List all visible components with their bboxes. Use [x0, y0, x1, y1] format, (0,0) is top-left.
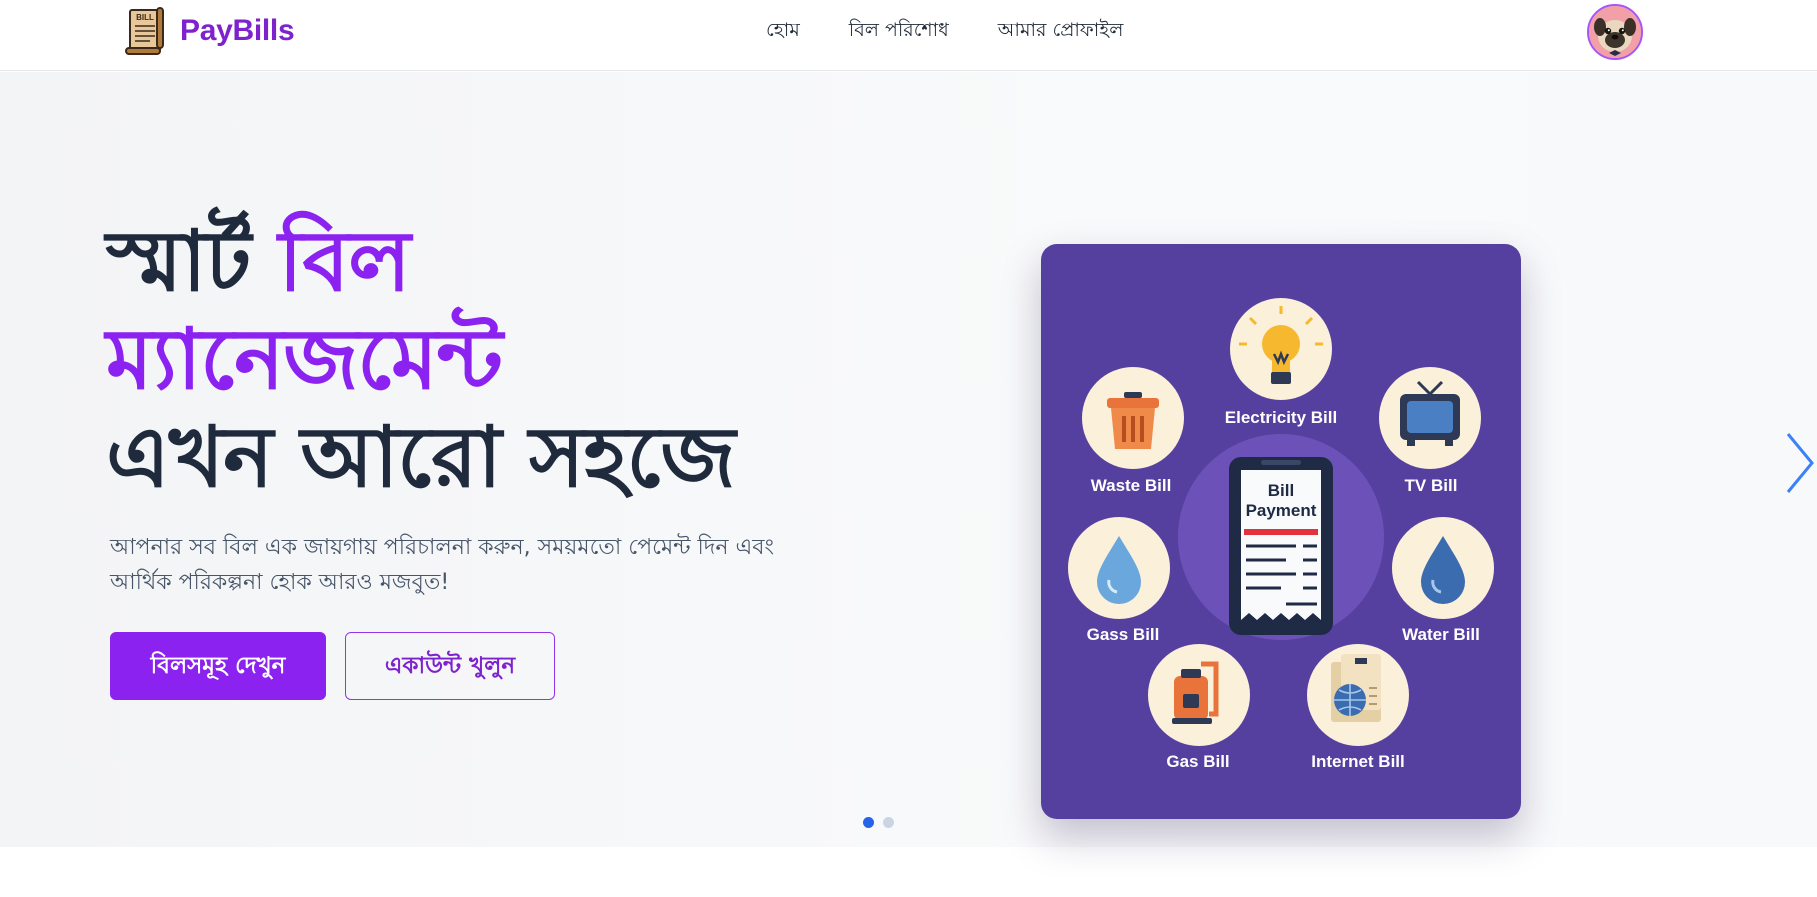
carousel-dot-1[interactable] [863, 817, 874, 828]
receipt-title-1: Bill [1268, 481, 1294, 500]
nav-link-home[interactable]: হোম [766, 18, 800, 42]
bill-scroll-icon: BILL [125, 7, 164, 55]
nav-link-bill-payment[interactable]: বিল পরিশোধ [849, 18, 949, 42]
headline-word-bill: বিল [278, 212, 411, 310]
brand-name: PayBills [180, 14, 295, 47]
bill-illustration-card: Bill Payment Electricity Bill Waste Bill… [1041, 244, 1521, 819]
trash-bin-icon [1082, 367, 1184, 469]
hero-section: স্মার্ট বিল ম্যানেজমেন্ট এখন আরো সহজে আপ… [0, 72, 1817, 847]
carousel-indicators [863, 817, 894, 828]
gas-cylinder-icon [1148, 644, 1250, 746]
pug-avatar-icon [1589, 6, 1641, 58]
user-avatar[interactable] [1587, 4, 1643, 60]
water-bill-label[interactable]: Water Bill [1402, 625, 1480, 645]
gass-bill-label[interactable]: Gass Bill [1087, 625, 1160, 645]
waste-bill-label[interactable]: Waste Bill [1091, 476, 1172, 496]
headline-word-management: ম্যানেজমেন্ট [106, 310, 503, 408]
phone-receipt-icon: Bill Payment [1229, 457, 1333, 635]
hero-subtitle-line-2: আর্থিক পরিকল্পনা হোক আরও মজবুত! [110, 570, 450, 595]
tv-icon [1379, 367, 1481, 469]
gas-bill-label[interactable]: Gas Bill [1166, 752, 1229, 772]
nav-link-my-profile[interactable]: আমার প্রোফাইল [998, 18, 1124, 42]
globe-document-icon [1307, 644, 1409, 746]
brand-logo-link[interactable]: BILL PayBills [124, 6, 295, 56]
carousel-dot-2[interactable] [883, 817, 894, 828]
chevron-right-icon [1786, 433, 1814, 493]
electricity-bill-label[interactable]: Electricity Bill [1225, 408, 1337, 428]
navbar: BILL PayBills হোম বিল পরিশোধ আমার প্রোফা… [0, 0, 1817, 71]
lightbulb-icon [1230, 298, 1332, 400]
hero-subtitle: আপনার সব বিল এক জায়গায় পরিচালনা করুন, … [110, 530, 870, 600]
water-drop-icon [1068, 517, 1170, 619]
internet-bill-label[interactable]: Internet Bill [1311, 752, 1405, 772]
logo-text: BILL [136, 13, 154, 22]
main-nav: হোম বিল পরিশোধ আমার প্রোফাইল [766, 18, 1123, 42]
headline-line-easier: এখন আরো সহজে [106, 408, 736, 506]
hero-subtitle-line-1: আপনার সব বিল এক জায়গায় পরিচালনা করুন, … [110, 535, 774, 560]
open-account-button[interactable]: একাউন্ট খুলুন [345, 632, 555, 700]
hero-headline: স্মার্ট বিল ম্যানেজমেন্ট এখন আরো সহজে [106, 212, 866, 506]
receipt-title-2: Payment [1246, 501, 1317, 520]
tv-bill-label[interactable]: TV Bill [1405, 476, 1458, 496]
view-bills-button[interactable]: বিলসমূহ দেখুন [110, 632, 326, 700]
bill-illustration: Bill Payment [1068, 298, 1494, 746]
water-drop-icon [1392, 517, 1494, 619]
headline-word-smart: স্মার্ট [106, 212, 251, 310]
carousel-next-button[interactable] [1780, 428, 1816, 498]
